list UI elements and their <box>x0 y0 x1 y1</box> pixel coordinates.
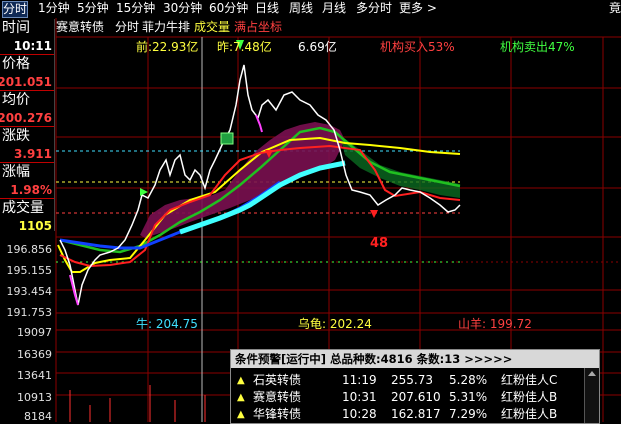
alert-row-pct: 5.31% <box>449 390 488 404</box>
period-tab-day[interactable]: 日线 <box>255 1 279 16</box>
alert-row-price: 255.73 <box>391 373 433 387</box>
alert-row-name: 华锋转债 <box>253 407 302 421</box>
period-tab-5min[interactable]: 5分钟 <box>77 1 109 16</box>
alert-row-name: 石英转债 <box>253 373 302 387</box>
inst-buy-pct: 机构买入53% <box>380 40 455 54</box>
wugui-readout: 乌龟: 202.24 <box>298 317 372 331</box>
period-tab-more[interactable]: 更多 > <box>399 1 437 16</box>
alert-row-time: 10:28 <box>342 407 377 421</box>
period-tab-fenshi[interactable]: 分时 <box>2 1 29 18</box>
red-arrow-marker <box>370 210 378 218</box>
period-tab-15min[interactable]: 15分钟 <box>116 1 155 16</box>
purple-band-area <box>140 122 345 238</box>
alert-row-pct: 5.28% <box>449 373 488 387</box>
period-tab-60min[interactable]: 60分钟 <box>209 1 248 16</box>
alert-row-price: 207.610 <box>391 390 441 404</box>
volume-toggle[interactable]: 成交量 <box>194 20 230 35</box>
alert-row-time: 11:19 <box>342 373 377 387</box>
volume-bars <box>69 385 206 422</box>
prev-amount: 前:22.93亿 <box>136 40 199 54</box>
inst-sell-pct: 机构卖出47% <box>500 40 575 54</box>
buy-signal-marker[interactable] <box>220 132 234 145</box>
period-tab-30min[interactable]: 30分钟 <box>163 1 202 16</box>
alert-row-pct: 7.29% <box>449 407 488 421</box>
alert-up-icon: ▲ <box>237 409 245 420</box>
stock-name: 赛意转债 <box>56 20 105 34</box>
yest-amount: 昨:7.48亿 <box>217 40 272 54</box>
alert-row-time: 10:31 <box>342 390 377 404</box>
alert-row-price: 162.817 <box>391 407 441 421</box>
ranking-label[interactable]: 菲力牛排 <box>142 20 190 35</box>
marker-value-label: 48 <box>370 236 388 251</box>
period-tab-1min[interactable]: 1分钟 <box>38 1 70 16</box>
alert-up-icon: ▲ <box>237 375 245 386</box>
period-tab-week[interactable]: 周线 <box>289 1 313 16</box>
chart-info-row: 赛意转债 分时 菲力牛排 成交量 满占坐标 <box>56 20 621 37</box>
alert-row-source: 红粉佳人C <box>501 373 558 387</box>
alert-up-icon: ▲ <box>237 392 245 403</box>
alert-row-source: 红粉佳人B <box>501 407 558 421</box>
green-flag-marker <box>140 188 148 196</box>
mode-label: 分时 <box>115 20 140 34</box>
alert-row[interactable]: ▲ 华锋转债 10:28 162.817 7.29% 红粉佳人B <box>231 406 583 423</box>
alert-row-source: 红粉佳人B <box>501 390 558 404</box>
magenta-segment <box>255 114 263 133</box>
condition-alert-popup[interactable]: 条件预警[运行中] 总品种数:4816 条数:13 >>>>> ▲ 石英转债 1… <box>230 349 600 424</box>
alert-row[interactable]: ▲ 赛意转债 10:31 207.610 5.31% 红粉佳人B <box>231 389 583 406</box>
period-toolbar: 分时 1分钟 5分钟 15分钟 30分钟 60分钟 日线 周线 月线 多分时 更… <box>0 0 621 18</box>
alert-title-bar[interactable]: 条件预警[运行中] 总品种数:4816 条数:13 >>>>> <box>231 350 599 368</box>
niu-readout: 牛: 204.75 <box>136 317 198 331</box>
period-tab-month[interactable]: 月线 <box>322 1 346 16</box>
today-amount: 6.69亿 <box>298 40 337 54</box>
full-coord-toggle[interactable]: 满占坐标 <box>234 20 282 35</box>
alert-scrollbar[interactable] <box>584 368 599 423</box>
scroll-up-icon[interactable] <box>588 371 596 376</box>
right-stub-label: 竟 <box>608 1 621 15</box>
alert-row-name: 赛意转债 <box>253 390 302 404</box>
alert-row[interactable]: ▲ 石英转债 11:19 255.73 5.28% 红粉佳人C <box>231 372 583 389</box>
shanyang-readout: 山羊: 199.72 <box>458 317 532 331</box>
period-tab-multi[interactable]: 多分时 <box>356 1 392 16</box>
